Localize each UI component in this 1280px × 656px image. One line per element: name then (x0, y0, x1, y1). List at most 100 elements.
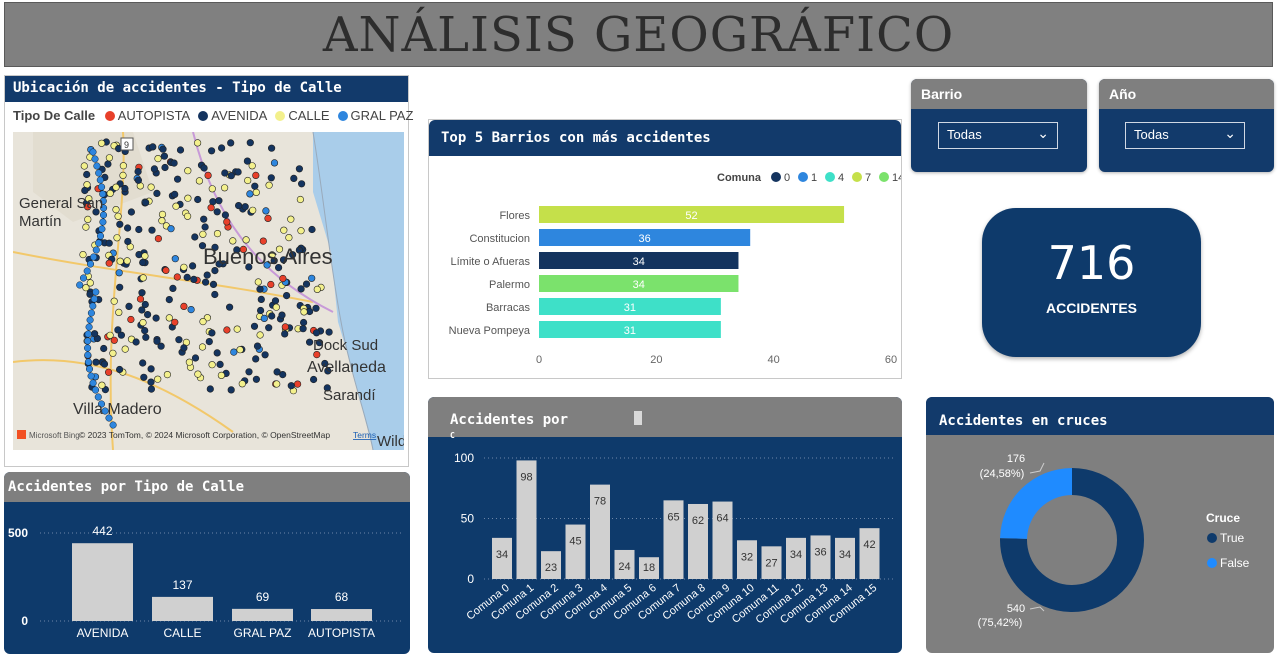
accident-point[interactable] (89, 379, 97, 387)
accident-point[interactable] (306, 338, 314, 346)
accident-point[interactable] (290, 174, 298, 183)
accident-point[interactable] (169, 284, 177, 292)
accident-point[interactable] (308, 225, 316, 234)
accident-point[interactable] (189, 262, 197, 270)
accident-point[interactable] (297, 285, 305, 293)
accident-point[interactable] (180, 263, 188, 271)
accident-point[interactable] (98, 381, 106, 389)
accident-point[interactable] (105, 259, 113, 267)
accident-point[interactable] (261, 351, 269, 359)
accident-point[interactable] (94, 393, 102, 401)
accident-point[interactable] (236, 346, 244, 354)
accident-point[interactable] (235, 201, 243, 210)
accident-point[interactable] (265, 324, 273, 332)
accident-point[interactable] (98, 225, 106, 233)
accident-point[interactable] (147, 365, 155, 373)
accident-point[interactable] (302, 280, 311, 288)
accident-point[interactable] (176, 146, 185, 154)
accident-point[interactable] (86, 316, 94, 324)
accident-point[interactable] (116, 283, 124, 291)
accident-point[interactable] (184, 194, 192, 202)
accident-point[interactable] (268, 312, 276, 320)
accident-point[interactable] (104, 160, 112, 168)
accident-point[interactable] (112, 183, 120, 191)
accident-point[interactable] (221, 184, 229, 192)
accident-point[interactable] (204, 171, 212, 180)
accident-point[interactable] (154, 375, 162, 383)
accident-point[interactable] (171, 318, 179, 326)
accident-point[interactable] (87, 372, 95, 380)
accident-point[interactable] (147, 378, 155, 386)
accident-point[interactable] (312, 304, 320, 312)
accident-point[interactable] (248, 162, 256, 170)
accident-point[interactable] (83, 170, 91, 179)
accident-point[interactable] (221, 211, 229, 219)
accident-point[interactable] (112, 205, 120, 214)
accident-point[interactable] (223, 218, 231, 226)
accident-point[interactable] (216, 360, 224, 368)
accident-point[interactable] (154, 155, 162, 163)
accident-point[interactable] (113, 234, 121, 242)
accident-point[interactable] (123, 224, 132, 232)
accident-point[interactable] (92, 246, 100, 254)
accident-point[interactable] (295, 165, 304, 173)
accident-point[interactable] (105, 239, 113, 247)
accident-point[interactable] (241, 203, 249, 211)
accident-point[interactable] (257, 306, 265, 315)
accident-point[interactable] (207, 204, 215, 212)
accident-point[interactable] (230, 348, 238, 356)
accident-point[interactable] (297, 227, 305, 235)
accident-point[interactable] (90, 330, 99, 338)
accident-point[interactable] (93, 162, 101, 170)
accident-point[interactable] (82, 223, 90, 231)
accident-map[interactable]: General San Martín Buenos Aires Dock Sud … (13, 132, 404, 450)
accident-point[interactable] (246, 190, 254, 198)
accident-point[interactable] (325, 328, 333, 336)
accident-point[interactable] (252, 355, 260, 363)
accident-point[interactable] (139, 274, 147, 282)
accident-point[interactable] (191, 354, 200, 362)
accident-point[interactable] (153, 189, 161, 198)
bar[interactable] (311, 609, 372, 621)
accident-point[interactable] (127, 315, 135, 324)
accident-point[interactable] (82, 284, 90, 292)
accident-point[interactable] (208, 329, 216, 337)
accident-point[interactable] (162, 266, 170, 274)
accident-point[interactable] (244, 176, 252, 185)
accident-point[interactable] (313, 285, 321, 293)
accident-point[interactable] (159, 145, 167, 153)
accident-point[interactable] (79, 274, 88, 282)
accident-point[interactable] (202, 278, 210, 286)
accident-point[interactable] (139, 319, 147, 327)
accident-point[interactable] (84, 330, 92, 338)
accident-point[interactable] (300, 318, 308, 327)
accident-point[interactable] (208, 147, 216, 155)
accident-point[interactable] (138, 289, 146, 297)
accident-point[interactable] (165, 296, 173, 304)
accident-point[interactable] (271, 297, 280, 305)
accident-point[interactable] (127, 208, 135, 216)
accident-point[interactable] (116, 257, 124, 265)
accident-point[interactable] (160, 152, 168, 160)
accident-point[interactable] (154, 234, 162, 243)
accident-point[interactable] (180, 344, 188, 352)
accident-point[interactable] (300, 308, 308, 316)
bar[interactable] (232, 608, 293, 621)
accident-point[interactable] (233, 325, 241, 333)
accident-point[interactable] (226, 303, 234, 311)
accident-point[interactable] (91, 155, 99, 163)
accident-point[interactable] (227, 386, 235, 394)
accident-point[interactable] (95, 169, 103, 177)
accident-point[interactable] (163, 371, 171, 379)
accident-point[interactable] (121, 345, 129, 353)
accident-point[interactable] (252, 171, 260, 180)
accident-point[interactable] (84, 358, 92, 366)
accident-point[interactable] (208, 185, 216, 193)
accident-point[interactable] (273, 380, 281, 388)
bar[interactable] (565, 524, 586, 579)
accident-point[interactable] (136, 295, 145, 303)
accident-point[interactable] (264, 214, 272, 222)
accident-point[interactable] (114, 212, 122, 220)
accident-point[interactable] (132, 338, 140, 346)
bar[interactable] (72, 543, 133, 621)
